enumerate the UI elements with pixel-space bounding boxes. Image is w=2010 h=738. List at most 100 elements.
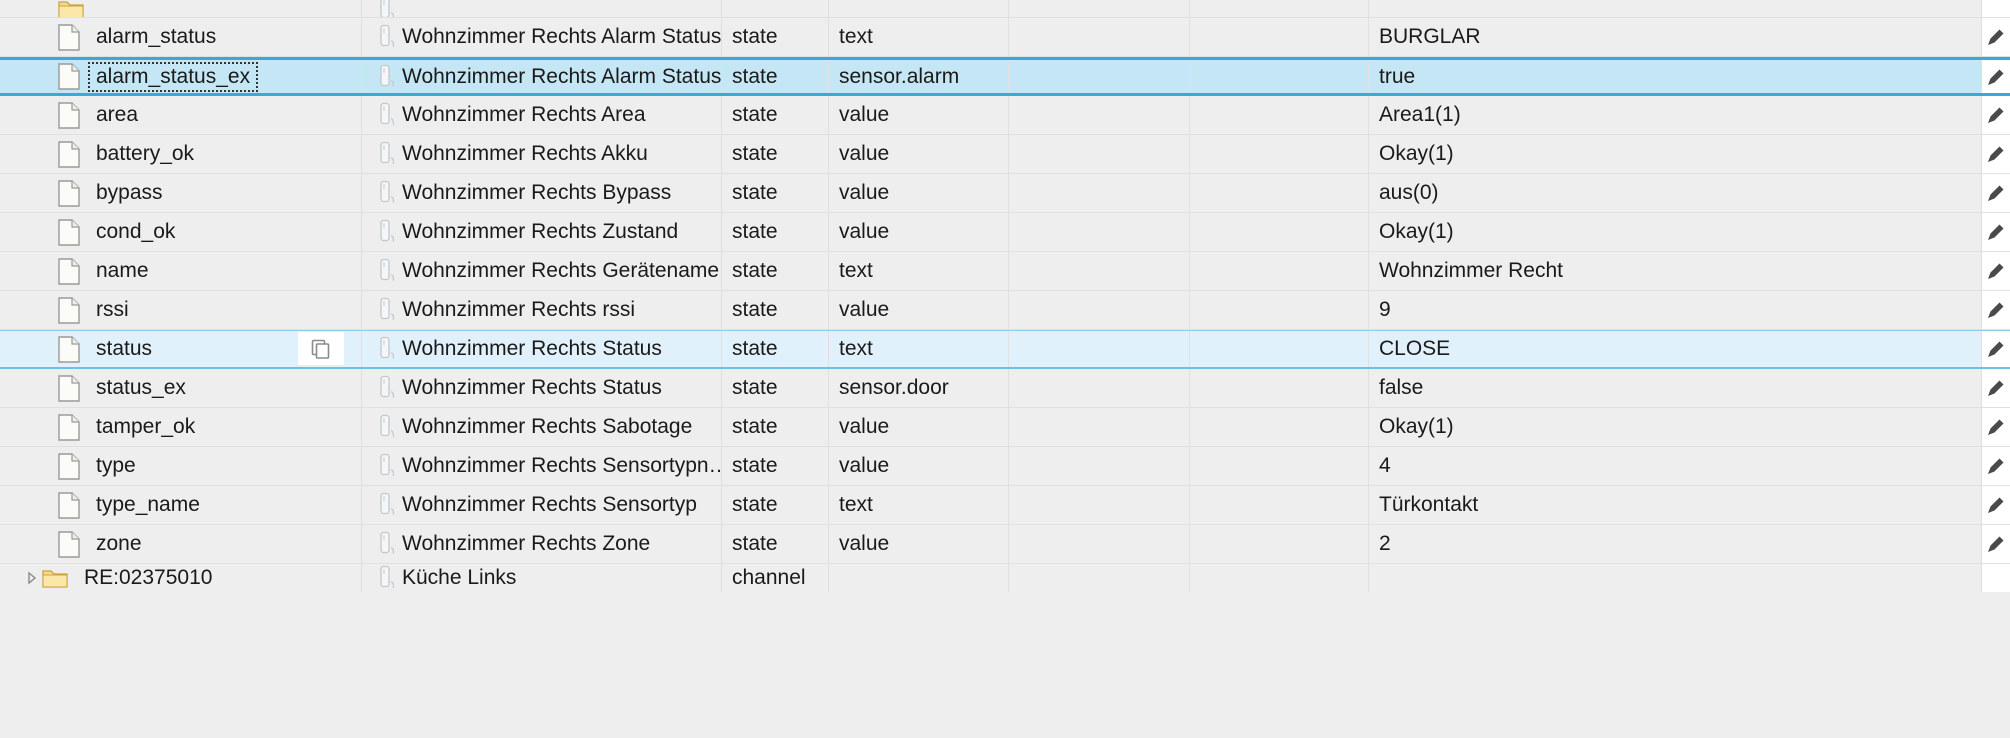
table-row[interactable]: type Wohnzimmer Rechts Sensortypn… state va…: [0, 447, 2010, 486]
cell-type[interactable]: sensor.alarm: [829, 60, 1009, 93]
cell-empty-1[interactable]: [1009, 174, 1190, 212]
cell-name[interactable]: bypass: [0, 174, 362, 212]
cell-name[interactable]: name: [0, 252, 362, 290]
cell-device-name[interactable]: Wohnzimmer Rechts Sensortypn…: [362, 447, 722, 485]
cell-type[interactable]: value: [829, 174, 1009, 212]
table-row[interactable]: alarm_status_ex Wohnzimmer Rechts Alarm S…: [0, 57, 2010, 96]
cell-device-name[interactable]: Wohnzimmer Rechts Bypass: [362, 174, 722, 212]
cell-empty-2[interactable]: [1190, 564, 1369, 592]
table-row[interactable]: status_ex Wohnzimmer Rechts Status state se…: [0, 369, 2010, 408]
cell-device-name[interactable]: Wohnzimmer Rechts Sabotage: [362, 408, 722, 446]
cell-empty-2[interactable]: [1190, 291, 1369, 329]
cell-edit-action[interactable]: [1982, 96, 2010, 134]
cell-empty-2[interactable]: [1190, 135, 1369, 173]
table-row[interactable]: alarm_status Wohnzimmer Rechts Alarm Stat…: [0, 18, 2010, 57]
table-row[interactable]: cond_ok Wohnzimmer Rechts Zustand state val…: [0, 213, 2010, 252]
cell-empty-1[interactable]: [1009, 369, 1190, 407]
cell-name[interactable]: rssi: [0, 291, 362, 329]
cell-type[interactable]: value: [829, 213, 1009, 251]
cell-type[interactable]: text: [829, 252, 1009, 290]
cell-empty-1[interactable]: [1009, 486, 1190, 524]
cell-empty-2[interactable]: [1190, 60, 1369, 93]
cell-empty-2[interactable]: [1190, 369, 1369, 407]
cell-type[interactable]: value: [829, 525, 1009, 563]
cell-role[interactable]: state: [722, 174, 829, 212]
edit-pencil-icon[interactable]: [1982, 331, 2010, 367]
cell-value[interactable]: [1369, 0, 1982, 17]
cell-value[interactable]: Okay(1): [1369, 135, 1982, 173]
cell-device-name[interactable]: Wohnzimmer Rechts rssi: [362, 291, 722, 329]
cell-edit-action[interactable]: [1982, 564, 2010, 592]
cell-empty-2[interactable]: [1190, 18, 1369, 56]
table-row[interactable]: RE:02375010 Küche Links channel: [0, 564, 2010, 592]
cell-device-name[interactable]: Wohnzimmer Rechts Status: [362, 331, 722, 367]
cell-edit-action[interactable]: [1982, 447, 2010, 485]
cell-type[interactable]: text: [829, 331, 1009, 367]
cell-name[interactable]: cond_ok: [0, 213, 362, 251]
cell-name[interactable]: status: [0, 331, 362, 367]
cell-edit-action[interactable]: [1982, 60, 2010, 93]
cell-type[interactable]: sensor.door: [829, 369, 1009, 407]
cell-empty-1[interactable]: [1009, 0, 1190, 17]
cell-edit-action[interactable]: [1982, 213, 2010, 251]
cell-device-name[interactable]: Wohnzimmer Rechts Alarm Status: [362, 60, 722, 93]
cell-empty-1[interactable]: [1009, 447, 1190, 485]
cell-edit-action[interactable]: [1982, 174, 2010, 212]
cell-value[interactable]: Türkontakt: [1369, 486, 1982, 524]
cell-role[interactable]: state: [722, 18, 829, 56]
copy-icon[interactable]: [298, 332, 344, 365]
cell-device-name[interactable]: Wohnzimmer Rechts Alarm Status: [362, 18, 722, 56]
cell-empty-1[interactable]: [1009, 18, 1190, 56]
cell-empty-1[interactable]: [1009, 96, 1190, 134]
cell-value[interactable]: CLOSE: [1369, 331, 1982, 367]
cell-name[interactable]: alarm_status_ex: [0, 60, 362, 93]
cell-device-name[interactable]: [362, 0, 722, 17]
cell-device-name[interactable]: Wohnzimmer Rechts Gerätename: [362, 252, 722, 290]
cell-type[interactable]: [829, 0, 1009, 17]
cell-role[interactable]: state: [722, 60, 829, 93]
cell-role[interactable]: state: [722, 525, 829, 563]
edit-pencil-icon[interactable]: [1982, 408, 2010, 446]
table-row[interactable]: bypass Wohnzimmer Rechts Bypass state value…: [0, 174, 2010, 213]
cell-device-name[interactable]: Wohnzimmer Rechts Sensortyp: [362, 486, 722, 524]
edit-pencil-icon[interactable]: [1982, 447, 2010, 485]
cell-edit-action[interactable]: [1982, 18, 2010, 56]
cell-role[interactable]: state: [722, 291, 829, 329]
cell-role[interactable]: state: [722, 369, 829, 407]
cell-value[interactable]: aus(0): [1369, 174, 1982, 212]
cell-empty-1[interactable]: [1009, 60, 1190, 93]
cell-value[interactable]: 9: [1369, 291, 1982, 329]
cell-name[interactable]: battery_ok: [0, 135, 362, 173]
cell-type[interactable]: value: [829, 96, 1009, 134]
cell-value[interactable]: true: [1369, 60, 1982, 93]
cell-empty-2[interactable]: [1190, 408, 1369, 446]
table-row[interactable]: area Wohnzimmer Rechts Area state value Area…: [0, 96, 2010, 135]
table-row[interactable]: rssi Wohnzimmer Rechts rssi state value 9: [0, 291, 2010, 330]
cell-edit-action[interactable]: [1982, 252, 2010, 290]
cell-empty-2[interactable]: [1190, 447, 1369, 485]
cell-empty-2[interactable]: [1190, 252, 1369, 290]
cell-empty-1[interactable]: [1009, 408, 1190, 446]
cell-role[interactable]: state: [722, 135, 829, 173]
cell-value[interactable]: 4: [1369, 447, 1982, 485]
cell-value[interactable]: BURGLAR: [1369, 18, 1982, 56]
cell-empty-1[interactable]: [1009, 252, 1190, 290]
cell-edit-action[interactable]: [1982, 486, 2010, 524]
cell-type[interactable]: text: [829, 486, 1009, 524]
cell-empty-1[interactable]: [1009, 331, 1190, 367]
cell-empty-1[interactable]: [1009, 213, 1190, 251]
cell-role[interactable]: state: [722, 331, 829, 367]
cell-empty-1[interactable]: [1009, 525, 1190, 563]
cell-empty-2[interactable]: [1190, 96, 1369, 134]
cell-name[interactable]: status_ex: [0, 369, 362, 407]
cell-role[interactable]: state: [722, 486, 829, 524]
cell-edit-action[interactable]: [1982, 369, 2010, 407]
cell-type[interactable]: value: [829, 135, 1009, 173]
cell-edit-action[interactable]: [1982, 0, 2010, 17]
cell-value[interactable]: Okay(1): [1369, 213, 1982, 251]
chevron-right-icon[interactable]: [22, 564, 42, 592]
cell-device-name[interactable]: Wohnzimmer Rechts Zustand: [362, 213, 722, 251]
cell-device-name[interactable]: Wohnzimmer Rechts Area: [362, 96, 722, 134]
cell-empty-1[interactable]: [1009, 135, 1190, 173]
cell-edit-action[interactable]: [1982, 525, 2010, 563]
